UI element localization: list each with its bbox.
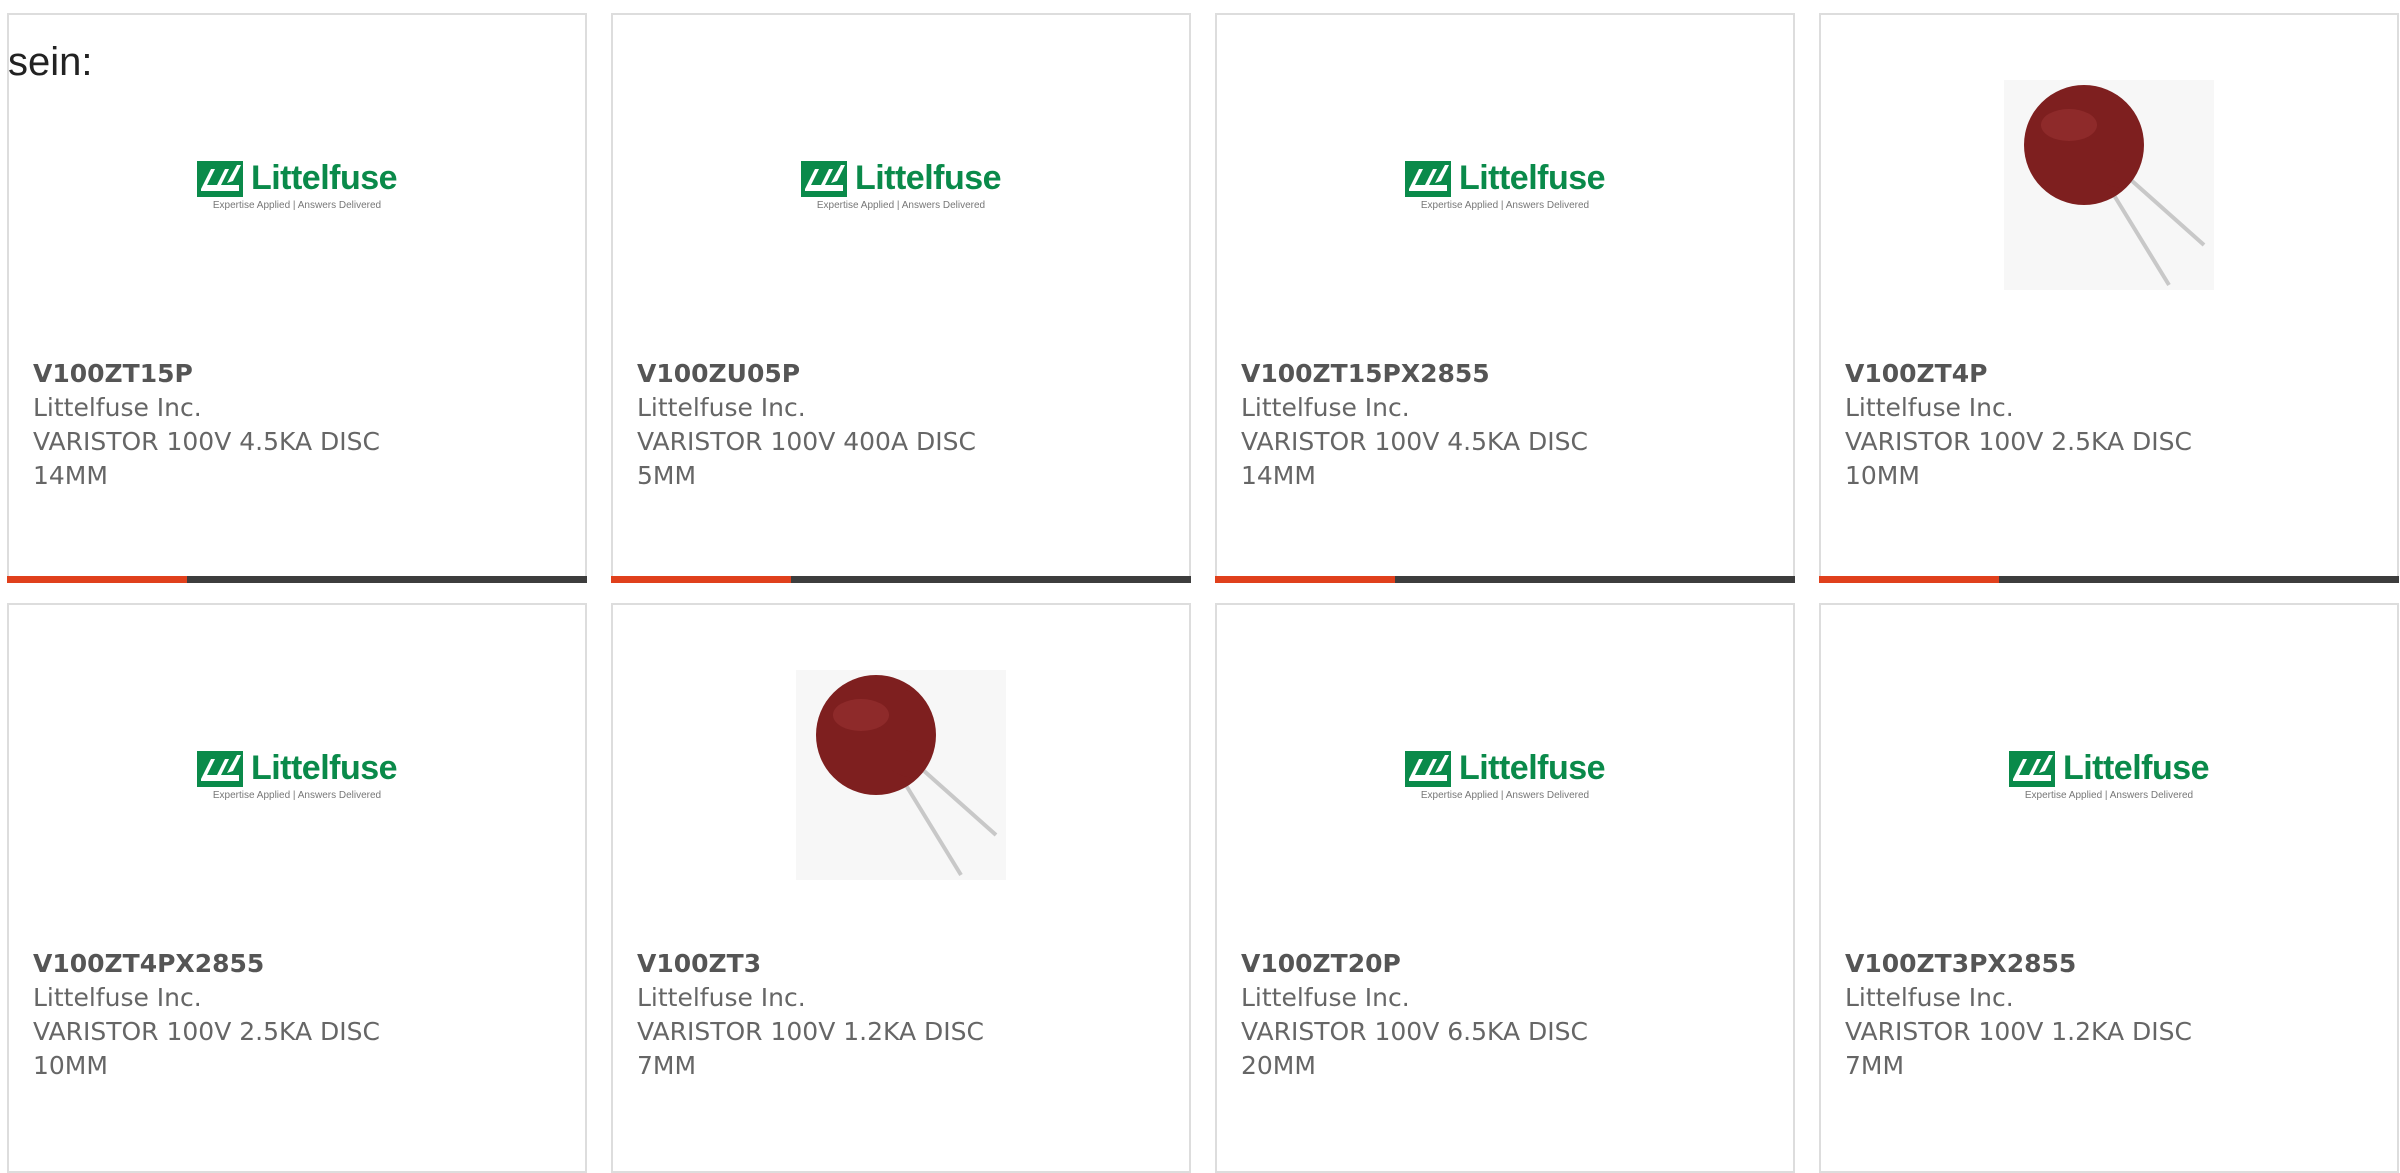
product-info: V100ZT20P Littelfuse Inc. VARISTOR 100V …	[1241, 947, 1603, 1083]
logo-wordmark: Littelfuse	[250, 749, 398, 787]
littelfuse-mark-icon	[1404, 160, 1451, 197]
logo-tagline: Expertise Applied | Answers Delivered	[1420, 200, 1590, 211]
product-card[interactable]: V100ZT3 Littelfuse Inc. VARISTOR 100V 1.…	[611, 603, 1191, 1173]
product-image[interactable]: Littelfuse Expertise Applied | Answers D…	[1385, 75, 1625, 295]
product-description: VARISTOR 100V 4.5KA DISC 14MM	[1241, 427, 1588, 490]
product-info: V100ZU05P Littelfuse Inc. VARISTOR 100V …	[637, 357, 999, 493]
littelfuse-logo: Littelfuse Expertise Applied | Answers D…	[800, 159, 1002, 211]
product-info: V100ZT3 Littelfuse Inc. VARISTOR 100V 1.…	[637, 947, 999, 1083]
product-image[interactable]	[781, 665, 1021, 885]
product-grid: Littelfuse Expertise Applied | Answers D…	[7, 13, 2399, 1173]
logo-tagline: Expertise Applied | Answers Delivered	[212, 200, 382, 211]
product-card[interactable]: Littelfuse Expertise Applied | Answers D…	[1819, 603, 2399, 1173]
part-number[interactable]: V100ZU05P	[637, 357, 999, 391]
part-number[interactable]: V100ZT15P	[33, 357, 395, 391]
logo-wordmark: Littelfuse	[1458, 159, 1606, 197]
product-description: VARISTOR 100V 2.5KA DISC 10MM	[1845, 427, 2192, 490]
logo-tagline: Expertise Applied | Answers Delivered	[1420, 790, 1590, 801]
littelfuse-logo: Littelfuse Expertise Applied | Answers D…	[1404, 749, 1606, 801]
product-card[interactable]: Littelfuse Expertise Applied | Answers D…	[1215, 603, 1795, 1173]
littelfuse-mark-icon	[196, 160, 243, 197]
card-progress-fill	[7, 576, 187, 583]
product-info: V100ZT15P Littelfuse Inc. VARISTOR 100V …	[33, 357, 395, 493]
part-number[interactable]: V100ZT4P	[1845, 357, 2207, 391]
product-description: VARISTOR 100V 1.2KA DISC 7MM	[1845, 1017, 2192, 1080]
product-card[interactable]: Littelfuse Expertise Applied | Answers D…	[7, 13, 587, 583]
littelfuse-mark-icon	[2008, 750, 2055, 787]
product-description: VARISTOR 100V 400A DISC 5MM	[637, 427, 976, 490]
product-card[interactable]: V100ZT4P Littelfuse Inc. VARISTOR 100V 2…	[1819, 13, 2399, 583]
card-progress-bar	[7, 576, 587, 583]
littelfuse-logo: Littelfuse Expertise Applied | Answers D…	[1404, 159, 1606, 211]
card-progress-bar	[1215, 576, 1795, 583]
intro-text: sein:	[8, 40, 93, 84]
littelfuse-mark-icon	[1404, 750, 1451, 787]
manufacturer-name: Littelfuse Inc.	[1241, 983, 1410, 1012]
product-info: V100ZT4PX2855 Littelfuse Inc. VARISTOR 1…	[33, 947, 395, 1083]
product-info: V100ZT4P Littelfuse Inc. VARISTOR 100V 2…	[1845, 357, 2207, 493]
card-progress-bar	[611, 576, 1191, 583]
manufacturer-name: Littelfuse Inc.	[1845, 983, 2014, 1012]
manufacturer-name: Littelfuse Inc.	[637, 983, 806, 1012]
product-card[interactable]: Littelfuse Expertise Applied | Answers D…	[611, 13, 1191, 583]
part-number[interactable]: V100ZT3	[637, 947, 999, 981]
logo-wordmark: Littelfuse	[250, 159, 398, 197]
part-number[interactable]: V100ZT3PX2855	[1845, 947, 2207, 981]
card-progress-fill	[1215, 576, 1395, 583]
product-description: VARISTOR 100V 1.2KA DISC 7MM	[637, 1017, 984, 1080]
manufacturer-name: Littelfuse Inc.	[1241, 393, 1410, 422]
product-info: V100ZT15PX2855 Littelfuse Inc. VARISTOR …	[1241, 357, 1603, 493]
product-image[interactable]: Littelfuse Expertise Applied | Answers D…	[1989, 665, 2229, 885]
card-progress-fill	[1819, 576, 1999, 583]
product-card[interactable]: Littelfuse Expertise Applied | Answers D…	[7, 603, 587, 1173]
product-description: VARISTOR 100V 4.5KA DISC 14MM	[33, 427, 380, 490]
littelfuse-mark-icon	[196, 750, 243, 787]
part-number[interactable]: V100ZT15PX2855	[1241, 357, 1603, 391]
littelfuse-logo: Littelfuse Expertise Applied | Answers D…	[196, 159, 398, 211]
logo-wordmark: Littelfuse	[854, 159, 1002, 197]
part-number[interactable]: V100ZT4PX2855	[33, 947, 395, 981]
varistor-component-icon	[796, 670, 1006, 880]
product-card[interactable]: Littelfuse Expertise Applied | Answers D…	[1215, 13, 1795, 583]
product-image[interactable]	[1989, 75, 2229, 295]
card-progress-fill	[611, 576, 791, 583]
littelfuse-logo: Littelfuse Expertise Applied | Answers D…	[2008, 749, 2210, 801]
manufacturer-name: Littelfuse Inc.	[33, 393, 202, 422]
product-image[interactable]: Littelfuse Expertise Applied | Answers D…	[781, 75, 1021, 295]
logo-wordmark: Littelfuse	[2062, 749, 2210, 787]
product-description: VARISTOR 100V 6.5KA DISC 20MM	[1241, 1017, 1588, 1080]
product-description: VARISTOR 100V 2.5KA DISC 10MM	[33, 1017, 380, 1080]
product-image[interactable]: Littelfuse Expertise Applied | Answers D…	[177, 75, 417, 295]
product-image[interactable]: Littelfuse Expertise Applied | Answers D…	[177, 665, 417, 885]
logo-wordmark: Littelfuse	[1458, 749, 1606, 787]
littelfuse-mark-icon	[800, 160, 847, 197]
manufacturer-name: Littelfuse Inc.	[33, 983, 202, 1012]
part-number[interactable]: V100ZT20P	[1241, 947, 1603, 981]
card-progress-bar	[1819, 576, 2399, 583]
logo-tagline: Expertise Applied | Answers Delivered	[816, 200, 986, 211]
manufacturer-name: Littelfuse Inc.	[1845, 393, 2014, 422]
littelfuse-logo: Littelfuse Expertise Applied | Answers D…	[196, 749, 398, 801]
product-info: V100ZT3PX2855 Littelfuse Inc. VARISTOR 1…	[1845, 947, 2207, 1083]
product-image[interactable]: Littelfuse Expertise Applied | Answers D…	[1385, 665, 1625, 885]
logo-tagline: Expertise Applied | Answers Delivered	[212, 790, 382, 801]
logo-tagline: Expertise Applied | Answers Delivered	[2024, 790, 2194, 801]
varistor-component-icon	[2004, 80, 2214, 290]
manufacturer-name: Littelfuse Inc.	[637, 393, 806, 422]
